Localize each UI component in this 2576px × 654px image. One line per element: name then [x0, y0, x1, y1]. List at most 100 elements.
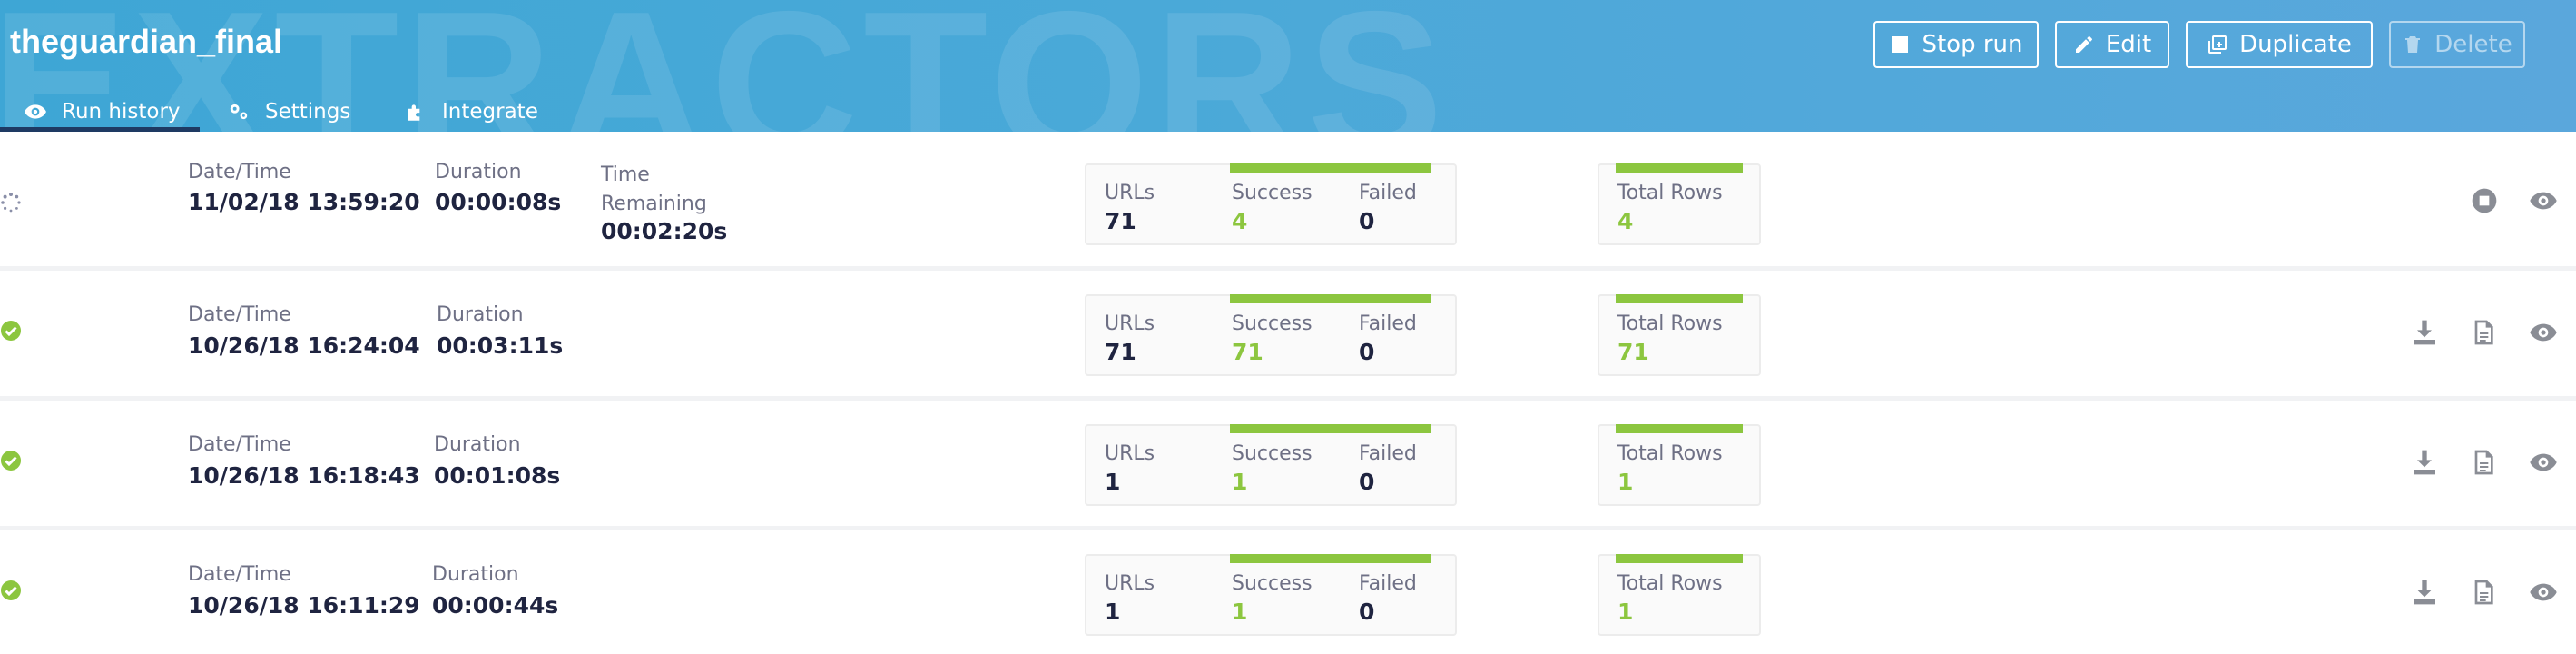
total-rows-label: Total Rows: [1617, 442, 1723, 465]
failed-value: 0: [1359, 469, 1375, 495]
download-icon[interactable]: [2410, 318, 2439, 347]
view-eye-icon[interactable]: [2529, 578, 2558, 607]
stop-icon: [1892, 36, 1909, 53]
total-rows-label: Total Rows: [1617, 182, 1723, 204]
success-label: Success: [1232, 572, 1313, 595]
stop-run-icon[interactable]: [2470, 186, 2499, 215]
success-check-icon: [1, 580, 21, 600]
success-bar: [1230, 424, 1431, 433]
view-eye-icon[interactable]: [2529, 186, 2558, 215]
edit-label: Edit: [2105, 31, 2152, 58]
success-label: Success: [1232, 442, 1313, 465]
success-value: 1: [1232, 469, 1248, 495]
datetime-value: 10/26/18 16:18:43: [188, 462, 420, 489]
url-stats-box: URLs 71 Success 4 Failed 0: [1085, 164, 1457, 245]
delete-button[interactable]: Delete: [2389, 21, 2525, 68]
datetime-value: 11/02/18 13:59:20: [188, 189, 420, 215]
tab-label: Integrate: [442, 99, 538, 124]
datetime-label: Date/Time: [188, 303, 291, 326]
tab-run-history[interactable]: Run history: [0, 91, 200, 132]
duplicate-icon: [2208, 35, 2227, 54]
success-check-icon: [1, 321, 21, 341]
document-icon[interactable]: [2469, 448, 2498, 477]
view-eye-icon[interactable]: [2529, 318, 2558, 347]
url-stats-box: URLs 71 Success 71 Failed 0: [1085, 294, 1457, 376]
header-watermark: EXTRACTORS: [0, 0, 1449, 132]
tab-label: Settings: [265, 99, 351, 124]
view-eye-icon[interactable]: [2529, 448, 2558, 477]
total-rows-value: 71: [1617, 339, 1649, 365]
time-remaining-label: Time Remaining: [601, 164, 707, 215]
run-row: Date/Time 10/26/18 16:18:43 Duration 00:…: [0, 401, 2576, 530]
stop-run-button[interactable]: Stop run: [1873, 21, 2039, 68]
run-row: Date/Time 10/26/18 16:11:29 Duration 00:…: [0, 530, 2576, 654]
failed-label: Failed: [1359, 182, 1417, 204]
urls-label: URLs: [1105, 442, 1155, 465]
trash-icon: [2405, 36, 2421, 53]
total-rows-bar: [1616, 554, 1743, 563]
puzzle-icon: [408, 104, 420, 121]
total-rows-box: Total Rows 1: [1598, 554, 1761, 636]
success-label: Success: [1232, 312, 1313, 335]
document-icon[interactable]: [2469, 318, 2498, 347]
urls-value: 1: [1105, 599, 1121, 625]
success-bar: [1230, 554, 1431, 563]
time-remaining-value: 00:02:20s: [601, 218, 728, 244]
success-label: Success: [1232, 182, 1313, 204]
total-rows-label: Total Rows: [1617, 572, 1723, 595]
total-rows-bar: [1616, 424, 1743, 433]
total-rows-box: Total Rows 4: [1598, 164, 1761, 245]
stop-run-label: Stop run: [1922, 31, 2023, 58]
download-icon[interactable]: [2410, 578, 2439, 607]
failed-label: Failed: [1359, 312, 1417, 335]
success-value: 4: [1232, 208, 1248, 234]
loading-spinner-icon: [1, 193, 21, 213]
document-icon[interactable]: [2469, 578, 2498, 607]
total-rows-value: 4: [1617, 208, 1634, 234]
urls-label: URLs: [1105, 312, 1155, 335]
duplicate-button[interactable]: Duplicate: [2186, 21, 2373, 68]
duration-label: Duration: [435, 161, 522, 183]
total-rows-bar: [1616, 164, 1743, 173]
duration-value: 00:01:08s: [434, 462, 561, 489]
total-rows-bar: [1616, 294, 1743, 303]
edit-button[interactable]: Edit: [2055, 21, 2169, 68]
url-stats-box: URLs 1 Success 1 Failed 0: [1085, 554, 1457, 636]
page-title: theguardian_final: [10, 23, 283, 60]
tab-settings[interactable]: Settings: [227, 91, 350, 132]
success-bar: [1230, 294, 1431, 303]
tab-integrate[interactable]: Integrate: [404, 91, 538, 132]
urls-value: 1: [1105, 469, 1121, 495]
pencil-icon: [2075, 36, 2092, 53]
datetime-value: 10/26/18 16:24:04: [188, 332, 420, 359]
success-check-icon: [1, 451, 21, 471]
failed-value: 0: [1359, 208, 1375, 234]
success-bar: [1230, 164, 1431, 173]
duration-label: Duration: [432, 563, 519, 586]
total-rows-value: 1: [1617, 599, 1634, 625]
gears-icon: [230, 104, 248, 119]
duplicate-label: Duplicate: [2239, 31, 2352, 58]
eye-icon: [25, 104, 46, 119]
datetime-label: Date/Time: [188, 563, 291, 586]
download-icon[interactable]: [2410, 448, 2439, 477]
duration-value: 00:03:11s: [437, 332, 564, 359]
total-rows-box: Total Rows 1: [1598, 424, 1761, 506]
total-rows-value: 1: [1617, 469, 1634, 495]
run-row: Date/Time 11/02/18 13:59:20 Duration 00:…: [0, 141, 2576, 271]
failed-label: Failed: [1359, 442, 1417, 465]
success-value: 1: [1232, 599, 1248, 625]
duration-label: Duration: [437, 303, 524, 326]
duration-value: 00:00:08s: [435, 189, 562, 215]
failed-value: 0: [1359, 599, 1375, 625]
total-rows-box: Total Rows 71: [1598, 294, 1761, 376]
duration-label: Duration: [434, 433, 521, 456]
url-stats-box: URLs 1 Success 1 Failed 0: [1085, 424, 1457, 506]
run-row: Date/Time 10/26/18 16:24:04 Duration 00:…: [0, 271, 2576, 401]
datetime-label: Date/Time: [188, 161, 291, 183]
failed-label: Failed: [1359, 572, 1417, 595]
datetime-label: Date/Time: [188, 433, 291, 456]
duration-value: 00:00:44s: [432, 592, 559, 619]
urls-label: URLs: [1105, 182, 1155, 204]
total-rows-label: Total Rows: [1617, 312, 1723, 335]
